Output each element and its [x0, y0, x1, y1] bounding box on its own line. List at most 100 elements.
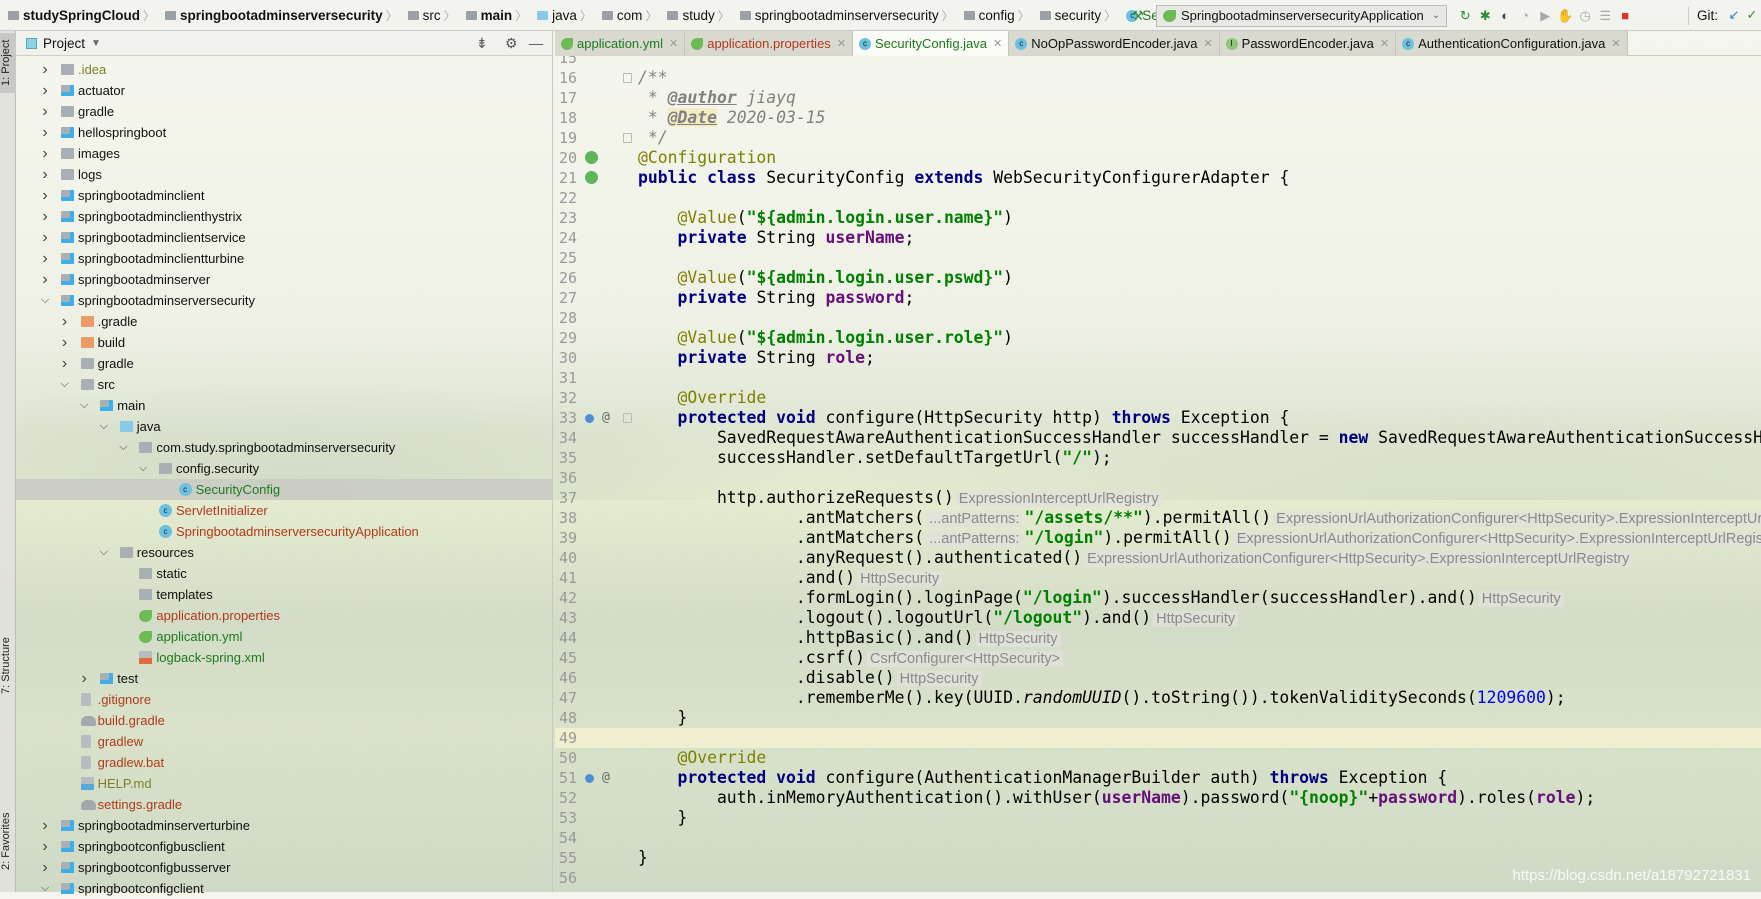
breadcrumb-item[interactable]: src 〉 [400, 7, 458, 24]
attach-icon[interactable]: ✋ [1557, 8, 1573, 24]
gear-icon[interactable]: ⚙ [505, 35, 518, 52]
chevron-right-icon[interactable]: › [59, 355, 71, 373]
project-view-selector[interactable]: Project [43, 36, 85, 51]
tree-item[interactable]: gradlew.bat [16, 752, 552, 773]
close-icon[interactable]: ✕ [1611, 37, 1620, 50]
code-line[interactable]: 31 [555, 368, 1761, 388]
code-line[interactable]: 38 .antMatchers(...antPatterns: "/assets/… [555, 508, 1761, 528]
close-icon[interactable]: ✕ [1203, 37, 1212, 50]
annotation-icon[interactable]: @ [602, 408, 610, 428]
run-configuration-dropdown[interactable]: SpringbootadminserversecurityApplication… [1156, 4, 1448, 27]
chevron-right-icon[interactable]: › [39, 229, 51, 247]
history-icon[interactable]: ◷ [1577, 8, 1593, 24]
code-line[interactable]: 26 @Value("${admin.login.user.pswd}") [555, 268, 1761, 288]
close-icon[interactable]: ✕ [837, 37, 846, 50]
tree-item[interactable]: application.properties [16, 605, 552, 626]
code-line[interactable]: 33 @ protected void configure(HttpSecurit… [555, 408, 1761, 428]
chevron-down-icon[interactable]: ⌵ [98, 546, 110, 559]
coverage-icon[interactable]: ◐ [1497, 8, 1513, 24]
code-line[interactable]: 40 .anyRequest().authenticated() Expressi… [555, 548, 1761, 568]
tool-window-project[interactable]: 1: Project [0, 33, 16, 93]
tree-item[interactable]: ⌵ springbootadminserversecurity [16, 290, 552, 311]
chevron-right-icon[interactable]: › [39, 61, 51, 79]
chevron-down-icon[interactable]: ⌵ [78, 399, 90, 412]
spring-class-icon[interactable] [585, 171, 598, 184]
tree-item[interactable]: gradlew [16, 731, 552, 752]
code-line[interactable]: 29 @Value("${admin.login.user.role}") [555, 328, 1761, 348]
code-line[interactable]: 37 http.authorizeRequests() ExpressionInt… [555, 488, 1761, 508]
tree-item[interactable]: c SecurityConfig [16, 479, 552, 500]
chevron-right-icon[interactable]: › [39, 208, 51, 226]
close-icon[interactable]: ✕ [993, 37, 1002, 50]
breadcrumb-item[interactable]: springbootadminserversecurity 〉 [732, 7, 956, 24]
code-line[interactable]: 16 /** [555, 68, 1761, 88]
close-icon[interactable]: ✕ [1380, 37, 1389, 50]
tree-item[interactable]: › hellospringboot [16, 122, 552, 143]
code-line[interactable]: 44 .httpBasic().and() HttpSecurity [555, 628, 1761, 648]
chevron-down-icon[interactable]: ⌵ [98, 420, 110, 433]
override-method-icon[interactable] [585, 414, 594, 423]
chevron-right-icon[interactable]: › [39, 82, 51, 100]
chevron-right-icon[interactable]: › [78, 670, 90, 688]
code-line[interactable]: 27 private String password; [555, 288, 1761, 308]
rerun-icon[interactable]: ↻ [1457, 8, 1473, 24]
tab-nooppasswordencoder-java[interactable]: c NoOpPasswordEncoder.java ✕ [1009, 31, 1220, 56]
breadcrumb-item[interactable]: config 〉 [956, 7, 1032, 24]
code-line[interactable]: 20 @Configuration [555, 148, 1761, 168]
hide-panel-icon[interactable]: — [529, 35, 543, 51]
close-icon[interactable]: ✕ [669, 37, 678, 50]
tree-item[interactable]: .gitignore [16, 689, 552, 710]
tree-item[interactable]: › .gradle [16, 311, 552, 332]
tree-item[interactable]: c SpringbootadminserversecurityApplicatio… [16, 521, 552, 542]
tree-item[interactable]: HELP.md [16, 773, 552, 794]
chevron-right-icon[interactable]: › [39, 838, 51, 856]
code-editor[interactable]: 15 16/** 17 * @author jiayq 18 * @Date 2020… [555, 56, 1761, 892]
code-line[interactable]: 30 private String role; [555, 348, 1761, 368]
tree-item[interactable]: › test [16, 668, 552, 689]
tree-item[interactable]: build.gradle [16, 710, 552, 731]
tree-item[interactable]: › springbootconfigbusserver [16, 857, 552, 878]
override-method-icon[interactable] [585, 774, 594, 783]
stop-icon[interactable]: ■ [1617, 8, 1633, 24]
tree-item[interactable]: › springbootadminserver [16, 269, 552, 290]
tree-item[interactable]: › springbootadminclientturbine [16, 248, 552, 269]
tab-authenticationconfiguration-java[interactable]: c AuthenticationConfiguration.java ✕ [1396, 31, 1628, 56]
breadcrumb-item[interactable]: springbootadminserversecurity 〉 [157, 7, 400, 24]
code-line[interactable]: 42 .formLogin().loginPage("/login").succ… [555, 588, 1761, 608]
chevron-right-icon[interactable]: › [39, 250, 51, 268]
git-update-icon[interactable]: ↙ [1726, 7, 1742, 23]
collapse-all-icon[interactable]: ⇟ [476, 35, 488, 52]
breadcrumb-item[interactable]: studySpringCloud 〉 [0, 7, 157, 24]
tree-item[interactable]: templates [16, 584, 552, 605]
tree-item[interactable]: › springbootadminclient [16, 185, 552, 206]
chevron-down-icon[interactable]: ⌵ [39, 294, 51, 307]
git-commit-icon[interactable]: ✓ [1744, 7, 1760, 23]
tree-item[interactable]: › springbootadminserverturbine [16, 815, 552, 836]
fold-marker-icon[interactable] [623, 73, 632, 83]
breadcrumb-item[interactable]: security 〉 [1032, 7, 1119, 24]
code-line[interactable]: 54 [555, 828, 1761, 848]
code-line[interactable]: 43 .logout().logoutUrl("/logout").and() H… [555, 608, 1761, 628]
tree-item[interactable]: ⌵ main [16, 395, 552, 416]
tool-window-favorites[interactable]: 2: Favorites [0, 801, 16, 881]
code-line[interactable]: 45 .csrf() CsrfConfigurer<HttpSecurity> [555, 648, 1761, 668]
tree-item[interactable]: logback-spring.xml [16, 647, 552, 668]
chevron-right-icon[interactable]: › [39, 124, 51, 142]
tree-item[interactable]: ⌵ java [16, 416, 552, 437]
annotation-icon[interactable]: @ [602, 768, 610, 788]
code-line[interactable]: 53 } [555, 808, 1761, 828]
tree-item[interactable]: c ServletInitializer [16, 500, 552, 521]
code-line[interactable]: 23 @Value("${admin.login.user.name}") [555, 208, 1761, 228]
profile-icon[interactable]: ◔ [1517, 8, 1533, 24]
tree-item[interactable]: › springbootconfigbusclient [16, 836, 552, 857]
tab-passwordencoder-java[interactable]: I PasswordEncoder.java ✕ [1219, 31, 1397, 56]
chevron-down-icon[interactable]: ⌵ [39, 882, 51, 895]
breadcrumb-item[interactable]: com 〉 [594, 7, 660, 24]
code-line[interactable]: 49 [555, 728, 1761, 748]
tree-item[interactable]: ⌵ com.study.springbootadminserversecurity [16, 437, 552, 458]
tree-item[interactable]: › springbootadminclienthystrix [16, 206, 552, 227]
chevron-right-icon[interactable]: › [39, 103, 51, 121]
chevron-right-icon[interactable]: › [59, 313, 71, 331]
tree-item[interactable]: › build [16, 332, 552, 353]
chevron-down-icon[interactable]: ⌵ [137, 462, 149, 475]
